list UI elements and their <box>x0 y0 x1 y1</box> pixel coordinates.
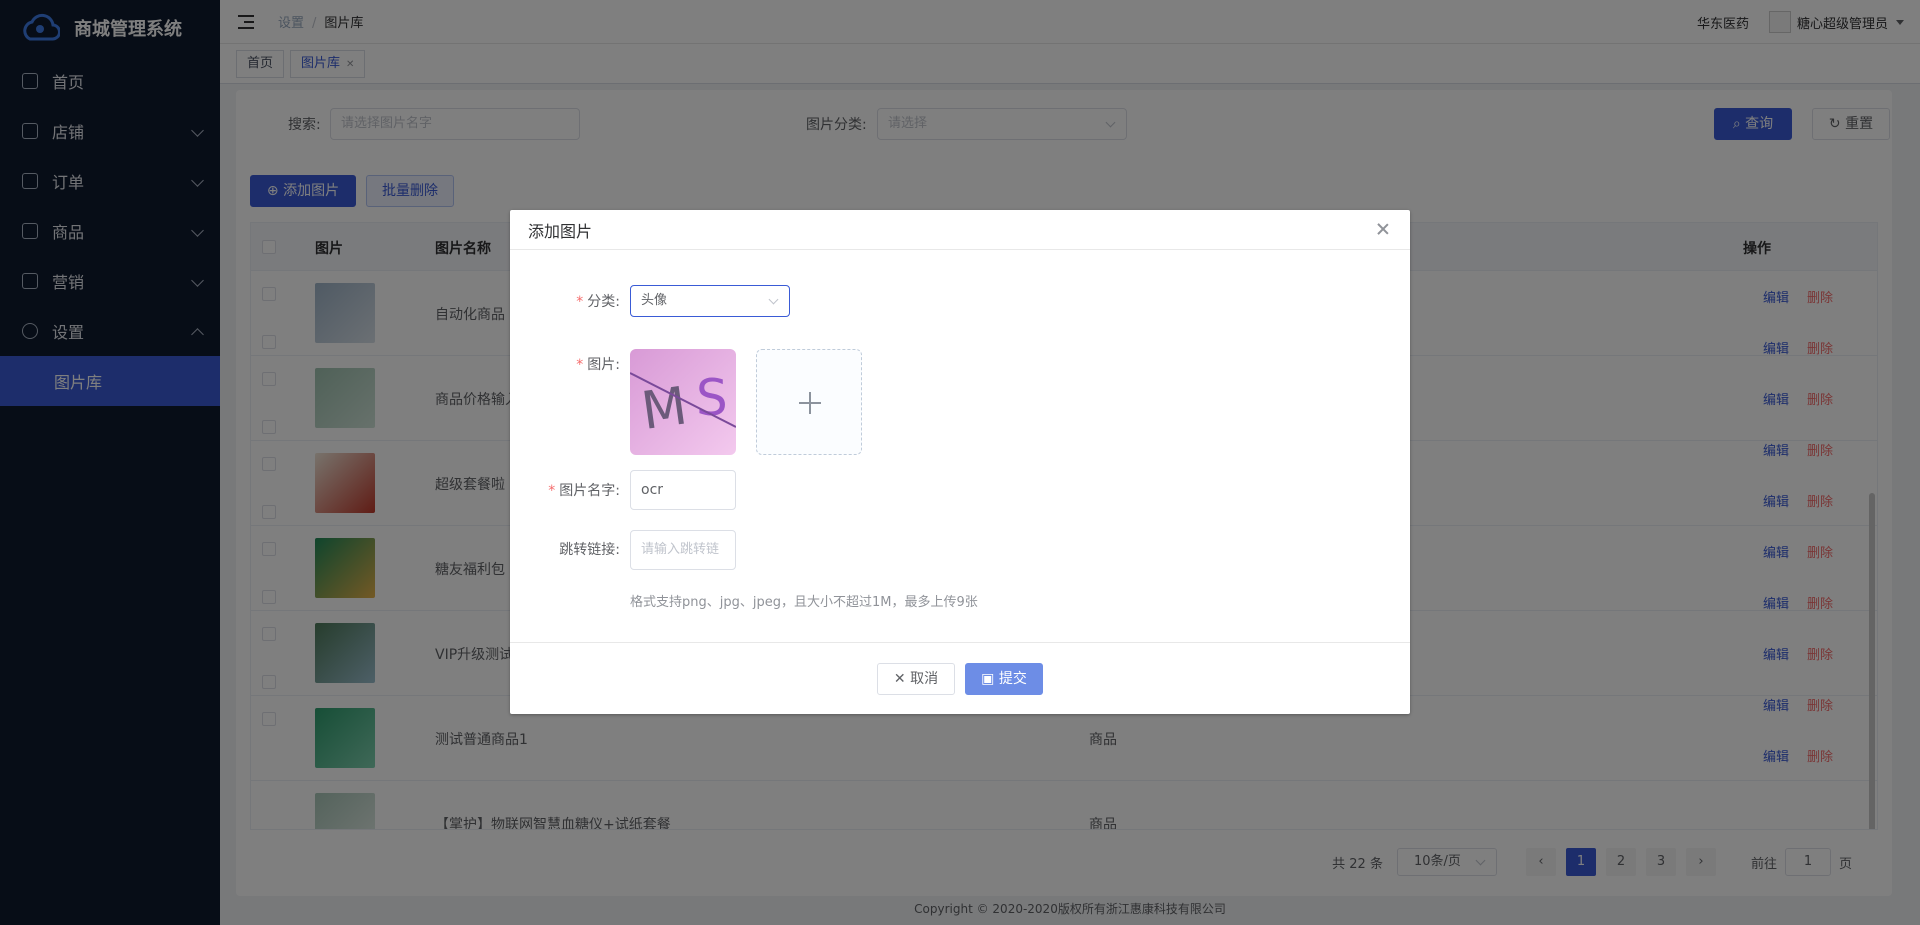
dialog-footer: ✕ 取消 ▣ 提交 <box>510 642 1410 714</box>
submit-label: 提交 <box>998 671 1027 687</box>
add-image-dialog: 添加图片 * 分类: 头像 * 图片: MS * 图片名字: ocr 跳转链接: 请输… <box>510 210 1410 714</box>
uploaded-image[interactable]: MS <box>630 349 736 455</box>
category-form-label: * 分类: <box>576 294 620 310</box>
save-icon: ▣ <box>981 671 999 687</box>
cancel-button[interactable]: ✕ 取消 <box>877 663 955 695</box>
close-icon[interactable] <box>1376 222 1390 236</box>
submit-button[interactable]: ▣ 提交 <box>965 663 1043 695</box>
name-form-label: * 图片名字: <box>548 483 620 499</box>
cancel-label: 取消 <box>910 671 939 687</box>
link-form-label: 跳转链接: <box>559 542 620 558</box>
svg-text:M: M <box>638 376 691 442</box>
upload-add-button[interactable] <box>756 349 862 455</box>
category-value: 头像 <box>641 293 668 308</box>
upload-hint: 格式支持png、jpg、jpeg，且大小不超过1M，最多上传9张 <box>630 595 978 610</box>
image-form-label: * 图片: <box>576 357 620 373</box>
chevron-down-icon <box>768 294 779 305</box>
category-select[interactable]: 头像 <box>630 285 790 317</box>
image-name-input[interactable]: ocr <box>630 470 736 510</box>
dialog-title: 添加图片 <box>528 221 593 241</box>
close-icon: ✕ <box>893 671 911 687</box>
dialog-header: 添加图片 <box>510 210 1410 250</box>
svg-text:S: S <box>696 369 728 427</box>
link-input[interactable]: 请输入跳转链 <box>630 530 736 570</box>
